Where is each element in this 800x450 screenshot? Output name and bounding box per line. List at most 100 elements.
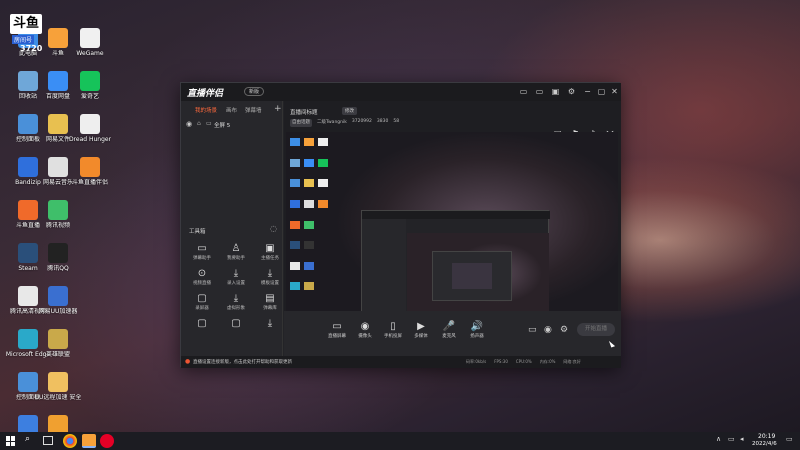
maximize-icon[interactable]: ▢ <box>597 87 606 96</box>
tab-scenes[interactable]: 我的场景 <box>195 106 217 114</box>
desktop-icon[interactable]: Dread Hunger <box>68 114 112 143</box>
tool-label: 我要助手 <box>227 256 245 261</box>
tool-icon: ⊙ <box>197 268 207 279</box>
source-button[interactable]: ▯ 手机投屏 <box>380 321 406 339</box>
close-icon[interactable]: ✕ <box>610 87 619 96</box>
visibility-icon[interactable]: ◉ <box>186 120 192 128</box>
desktop-icon-label: Steam <box>18 265 38 272</box>
app-icon <box>48 114 68 134</box>
desktop-icon[interactable]: UU远程加速 安全 <box>35 372 81 401</box>
record-icon[interactable]: ▭ <box>528 325 537 335</box>
status-item: 网络:良好 <box>563 359 581 364</box>
tray-network-icon[interactable]: ▭ <box>728 435 735 443</box>
tray-volume-icon[interactable]: ◂ <box>740 435 744 443</box>
app-icon <box>80 114 100 134</box>
netease-music-task-icon[interactable] <box>100 434 114 448</box>
room-tag: 3720992 <box>351 119 372 124</box>
tools-settings-icon[interactable]: ◌ <box>270 224 277 233</box>
desktop-icon[interactable]: 网易UU加速器 <box>36 286 80 315</box>
overlay-badge: 房间号 <box>12 35 35 44</box>
status-item: FPS:30 <box>494 359 508 364</box>
desktop-icon[interactable]: 腾讯QQ <box>36 243 80 272</box>
notice-icon: ● <box>185 358 191 365</box>
lock-icon[interactable]: ⌂ <box>197 120 201 127</box>
tool-label: 虚拟形象 <box>227 306 245 311</box>
tool-item[interactable]: ▤ 弹幕库 <box>255 293 285 311</box>
notice-text[interactable]: 直播设置连接新版，点击此处打开帮助和获取更新 <box>193 359 292 365</box>
tool-item[interactable]: ▢ <box>221 318 251 330</box>
streaming-app-task-icon[interactable] <box>82 434 96 448</box>
app-icon <box>48 157 68 177</box>
tool-item[interactable]: ⤓ 模板设置 <box>255 268 285 286</box>
desktop-icon-label: 英雄联盟 <box>45 351 70 358</box>
start-icon[interactable] <box>6 436 16 446</box>
desktop-icon-label: WeGame <box>76 50 104 57</box>
app-icon <box>18 243 38 263</box>
tool-item[interactable]: ▢ <box>187 318 217 330</box>
tab-canvas[interactable]: 画布 <box>226 106 237 114</box>
room-title: 直播间标题 <box>290 110 318 116</box>
gift-icon[interactable]: ▣ <box>551 87 560 96</box>
tool-icon: ⤓ <box>267 268 273 279</box>
minimize-icon[interactable]: − <box>583 87 592 96</box>
desktop-icon[interactable]: 斗鱼直播伴侣 <box>68 157 112 186</box>
clock-time[interactable]: 20:19 <box>758 433 775 440</box>
tool-item[interactable]: ⊙ 视频直播 <box>187 268 217 286</box>
tray-expand-icon[interactable]: ∧ <box>716 435 721 443</box>
desktop-icon-label: 爱奇艺 <box>80 93 99 100</box>
add-scene-icon[interactable]: + <box>274 104 282 114</box>
tool-item[interactable]: ▢ 录屏器 <box>187 293 217 311</box>
tool-label: 弹幕库 <box>263 306 277 311</box>
tool-label: 视频直播 <box>193 281 211 286</box>
source-button[interactable]: 🔊 扬声器 <box>464 321 490 339</box>
live-settings-icon[interactable]: ⚙ <box>560 325 568 335</box>
settings-icon[interactable]: ⚙ <box>567 87 576 96</box>
desktop-icon[interactable]: WeGame <box>68 28 112 57</box>
tool-item[interactable]: ▭ 弹幕助手 <box>187 243 217 261</box>
task-view-icon[interactable] <box>43 436 53 445</box>
room-edit-badge[interactable]: 修改 <box>342 107 357 115</box>
tool-item[interactable]: ⤓ <box>255 318 285 330</box>
screen-icon[interactable]: ▭ <box>519 87 528 96</box>
room-number-overlay: 斗鱼 房间号 3720 <box>8 14 44 53</box>
app-icon <box>48 200 68 220</box>
app-icon <box>80 157 100 177</box>
preview-toggle-icon[interactable]: ◉ <box>544 325 552 335</box>
chat-icon[interactable]: ▭ <box>535 87 544 96</box>
source-button[interactable]: ▭ 直播屏幕 <box>324 321 350 339</box>
start-live-button[interactable]: 开始直播 <box>577 323 615 336</box>
tool-item[interactable]: ♙ 我要助手 <box>221 243 251 261</box>
desktop-icon-label: 斗鱼直播伴侣 <box>71 179 108 186</box>
tool-item[interactable]: ⤓ 录入设置 <box>221 268 251 286</box>
clock-date[interactable]: 2022/4/6 <box>752 441 777 447</box>
chrome-task-icon[interactable] <box>63 434 77 448</box>
source-label: 扬声器 <box>470 334 484 339</box>
desktop-icon[interactable]: 爱奇艺 <box>68 71 112 100</box>
app-version-badge[interactable]: 新版 <box>244 87 265 96</box>
app-icon <box>18 157 38 177</box>
app-icon <box>48 28 68 48</box>
tool-icon: ⤓ <box>233 293 239 304</box>
app-titlebar: 直播伴侣 新版 ▭ ▭ ▣ ⚙ − ▢ ✕ <box>181 83 621 101</box>
tab-danmu-wall[interactable]: 弹幕墙 <box>245 106 262 114</box>
tool-item[interactable]: ▣ 主播任务 <box>255 243 285 261</box>
app-icon <box>48 71 68 91</box>
stream-preview[interactable] <box>286 132 618 320</box>
overlay-number: 3720 <box>20 44 43 53</box>
source-button[interactable]: ◉ 摄像头 <box>352 321 378 339</box>
source-button[interactable]: 🎤 麦克风 <box>436 321 462 339</box>
app-icon <box>18 329 38 349</box>
source-button[interactable]: ▶ 多媒体 <box>408 321 434 339</box>
tool-label: 录入设置 <box>227 281 245 286</box>
notification-icon[interactable]: ▭ <box>786 435 793 443</box>
desktop-icon-label: 腾讯视频 <box>45 222 70 229</box>
scene-item-label[interactable]: 全屏 5 <box>214 121 230 129</box>
app-logo: 直播伴侣 <box>187 89 224 99</box>
tool-label: 录屏器 <box>195 306 209 311</box>
tool-item[interactable]: ⤓ 虚拟形象 <box>221 293 251 311</box>
desktop-icon[interactable]: 腾讯视频 <box>36 200 80 229</box>
status-item: 码率:0kb/s <box>466 359 487 364</box>
desktop-icon[interactable]: 英雄联盟 <box>36 329 80 358</box>
search-icon[interactable]: ⌕ <box>25 434 30 444</box>
app-icon <box>18 71 38 91</box>
